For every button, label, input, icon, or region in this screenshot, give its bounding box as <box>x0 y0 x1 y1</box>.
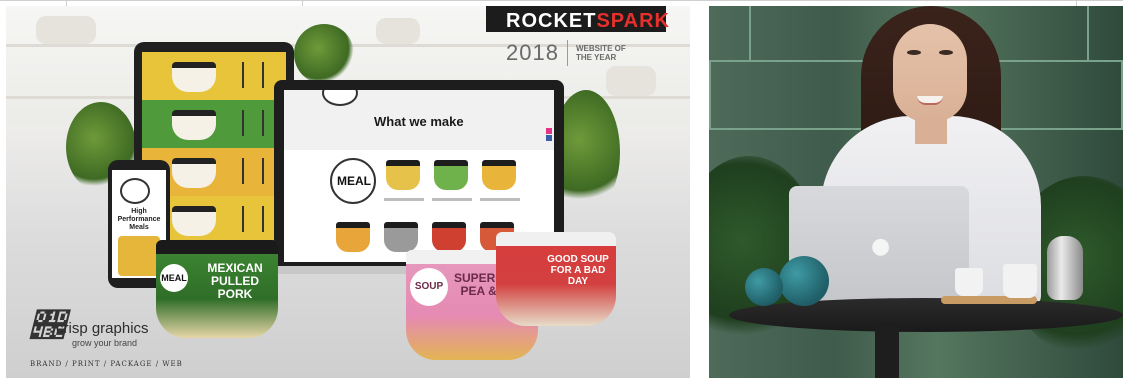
tub-lid <box>496 232 616 246</box>
teapot <box>745 268 783 306</box>
table-leg <box>875 326 899 378</box>
product-caption <box>480 198 520 201</box>
product-tub <box>434 160 468 190</box>
product-caption <box>432 198 472 201</box>
product-tub <box>384 222 418 252</box>
product-good-soup: GOOD SOUP FOR A BAD DAY <box>496 232 616 326</box>
plant-decoration <box>294 24 354 84</box>
badge-brand-part1: ROCKET <box>506 10 597 32</box>
meal-badge: MEAL <box>160 264 188 292</box>
eye <box>907 50 921 55</box>
blurred-jar <box>376 18 420 44</box>
eye <box>939 50 953 55</box>
company-services: BRAND / PRINT / PACKAGE / WEB <box>30 360 183 368</box>
apple-logo-icon: ● <box>871 234 891 259</box>
cup <box>955 268 983 296</box>
product-mexican-pulled-pork: MEAL MEXICAN PULLED PORK <box>156 240 278 338</box>
meal-badge-text: MEAL <box>337 174 371 188</box>
portfolio-promo-image[interactable]: ROCKETSPARK 2018 WEBSITE OF THE YEAR Wha… <box>6 6 690 378</box>
page: ROCKETSPARK 2018 WEBSITE OF THE YEAR Wha… <box>0 0 1123 378</box>
product-tub <box>482 160 516 190</box>
cup <box>1003 264 1037 298</box>
face <box>893 24 967 122</box>
social-share-icon <box>546 128 552 148</box>
blurred-jar <box>36 16 96 44</box>
phone-text: High Performance Meals <box>117 208 161 231</box>
product-tub <box>336 222 370 252</box>
soup-badge: SOUP <box>410 268 448 306</box>
company-name: crisp graphics <box>56 320 149 337</box>
badge-brand-part2: SPARK <box>596 10 670 32</box>
phone-logo <box>120 178 150 204</box>
product-tub <box>386 160 420 190</box>
award-year: 2018 <box>506 40 559 65</box>
tub-lid <box>156 240 278 254</box>
meal-badge: MEAL <box>330 158 376 204</box>
teapot <box>779 256 829 306</box>
award-divider <box>566 40 568 66</box>
product-tub <box>432 222 466 252</box>
product-caption <box>384 198 424 201</box>
award-line: 2018 WEBSITE OF THE YEAR <box>506 40 636 66</box>
company-tagline: grow your brand <box>72 338 138 348</box>
rocketspark-badge: ROCKETSPARK <box>486 6 669 32</box>
cafe-table <box>729 298 1123 332</box>
tablet-band <box>142 100 286 148</box>
award-title: WEBSITE OF THE YEAR <box>575 44 626 62</box>
good-soup-label: GOOD SOUP FOR A BAD DAY <box>547 254 609 287</box>
designer-photo[interactable]: ● <box>709 6 1123 378</box>
phone-product <box>118 236 160 276</box>
tablet-band <box>142 52 286 100</box>
laptop-heading: What we make <box>374 114 464 129</box>
mexican-pulled-pork-label: MEXICAN PULLED PORK <box>207 261 263 301</box>
metal-teapot <box>1047 236 1083 300</box>
blurred-jar <box>606 66 656 96</box>
